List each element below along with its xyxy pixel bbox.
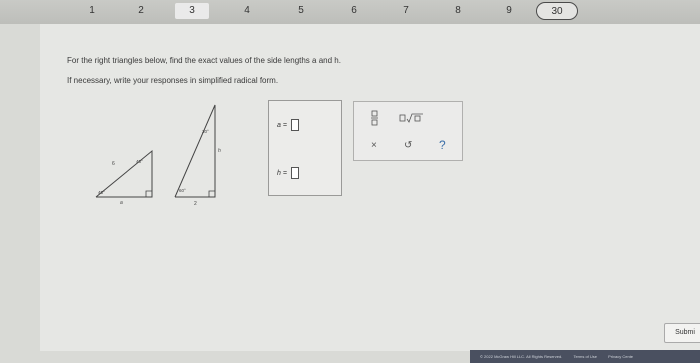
question-instruction: If necessary, write your responses in si…	[67, 76, 279, 85]
triangle1-base-label: a	[120, 200, 123, 206]
triangle-30-60-90: 30° h 60° 2	[174, 104, 221, 207]
footer-copyright: © 2022 McGraw Hill LLC. All Rights Reser…	[480, 354, 563, 359]
answer-a-row: a =	[277, 119, 299, 131]
question-nav-1[interactable]: 1	[75, 3, 109, 19]
undo-button[interactable]: ↺	[404, 140, 412, 151]
question-nav-3[interactable]: 3	[175, 3, 209, 19]
answer-h-input[interactable]	[290, 167, 299, 179]
submit-button[interactable]: Submi	[664, 323, 700, 343]
question-nav-7[interactable]: 7	[389, 3, 423, 19]
answer-a-input[interactable]	[290, 119, 299, 131]
footer-terms-link[interactable]: Terms of Use	[573, 354, 597, 359]
question-nav-9[interactable]: 9	[492, 3, 526, 19]
triangle2-bottom-angle-label: 60°	[179, 188, 186, 193]
question-nav-4[interactable]: 4	[230, 3, 264, 19]
triangle1-top-angle-label: 45°	[136, 159, 143, 164]
fraction-icon[interactable]	[370, 110, 380, 126]
footer-privacy-link[interactable]: Privacy Cente	[608, 354, 633, 359]
question-nav-5[interactable]: 5	[284, 3, 318, 19]
triangles-figure: 6 45° 45° a 30° h 60° 2	[95, 104, 221, 207]
question-nav-current[interactable]: 30	[536, 2, 578, 20]
triangle1-hypotenuse-label: 6	[112, 161, 115, 167]
math-toolbox: × ↺ ?	[353, 101, 463, 161]
question-nav-8[interactable]: 8	[441, 3, 475, 19]
triangle1-bottom-angle-label: 45°	[98, 190, 105, 195]
help-button[interactable]: ?	[439, 138, 446, 152]
answer-h-row: h =	[277, 167, 299, 179]
question-nav-6[interactable]: 6	[337, 3, 371, 19]
triangle2-side-label: h	[218, 148, 221, 154]
triangle2-base-label: 2	[194, 201, 197, 207]
footer-bar: © 2022 McGraw Hill LLC. All Rights Reser…	[470, 350, 700, 363]
clear-button[interactable]: ×	[371, 140, 377, 151]
triangle2-top-angle-label: 30°	[202, 129, 209, 134]
answer-box: a = h =	[268, 100, 342, 196]
radical-icon[interactable]	[399, 112, 425, 124]
answer-h-label: h =	[277, 169, 287, 177]
question-nav-bar: 1 2 3 4 5 6 7 8 9 30	[0, 0, 700, 24]
answer-a-label: a =	[277, 121, 287, 129]
triangle-45-45-90: 6 45° 45° a	[95, 149, 153, 206]
question-text: For the right triangles below, find the …	[67, 56, 341, 65]
question-nav-2[interactable]: 2	[124, 3, 158, 19]
